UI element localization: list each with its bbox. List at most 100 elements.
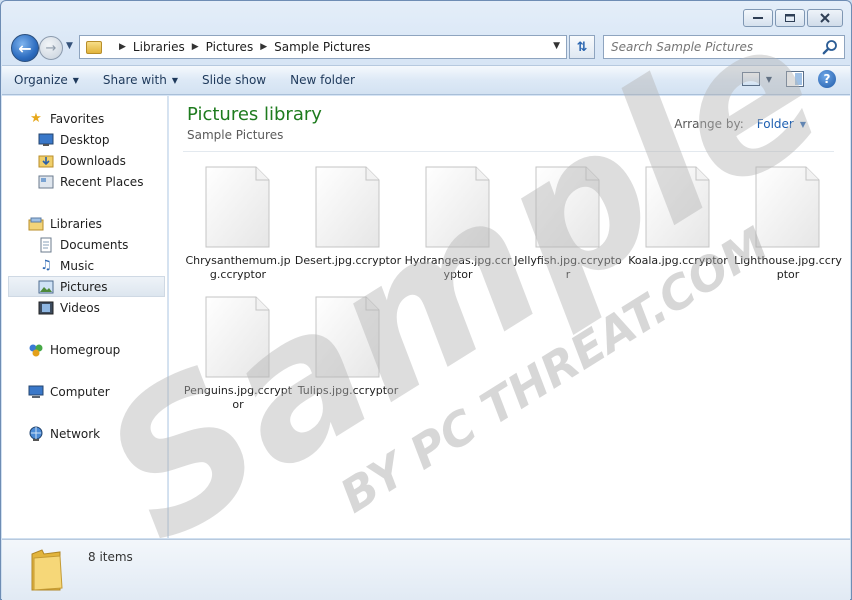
desktop-icon <box>38 132 54 148</box>
file-name: Tulips.jpg.ccryptor <box>297 384 399 397</box>
organize-label: Organize <box>14 73 68 87</box>
search-box[interactable] <box>603 35 845 59</box>
sidebar-item-videos[interactable]: Videos <box>2 297 167 318</box>
forward-button[interactable]: → <box>39 36 63 60</box>
sidebar-item-network[interactable]: Network <box>2 423 167 444</box>
file-icon <box>205 166 270 248</box>
file-icon <box>755 166 820 248</box>
file-name: Desert.jpg.ccryptor <box>294 254 402 267</box>
file-item[interactable]: Tulips.jpg.ccryptor <box>293 292 403 422</box>
sidebar-item-music[interactable]: ♫ Music <box>2 255 167 276</box>
command-bar: Organize ▼ Share with ▼ Slide show New f… <box>2 65 850 95</box>
videos-icon <box>38 300 54 316</box>
back-button[interactable]: ← <box>11 34 39 62</box>
header-divider <box>183 151 834 152</box>
arrange-by: Arrange by: Folder ▼ <box>674 117 806 131</box>
recent-places-icon <box>38 174 54 190</box>
toolbar-right-group: ▼ ? <box>741 70 836 88</box>
refresh-button[interactable]: ⇅ <box>569 35 595 59</box>
sidebar-item-label: Homegroup <box>50 342 121 357</box>
file-item[interactable]: Chrysanthemum.jpg.ccryptor <box>183 162 293 292</box>
downloads-icon <box>38 153 54 169</box>
refresh-icon: ⇅ <box>576 39 588 55</box>
help-icon[interactable]: ? <box>818 70 836 88</box>
slide-show-button[interactable]: Slide show <box>190 68 278 92</box>
arrange-by-dropdown[interactable]: Folder <box>757 117 794 131</box>
sidebar-item-label: Recent Places <box>60 174 144 189</box>
sidebar-item-pictures[interactable]: Pictures <box>8 276 165 297</box>
file-name: Penguins.jpg.ccryptor <box>183 384 293 411</box>
breadcrumb-libraries[interactable]: Libraries <box>133 40 185 54</box>
address-dropdown-icon[interactable]: ▼ <box>553 41 560 51</box>
navigation-pane: ★ Favorites Desktop Downloads Recent Pla… <box>2 96 168 538</box>
change-view-button[interactable]: ▼ <box>741 72 772 86</box>
file-icon <box>425 166 490 248</box>
sidebar-item-label: Downloads <box>60 153 126 168</box>
address-bar[interactable]: ▶ Libraries ▶ Pictures ▶ Sample Pictures… <box>79 35 567 59</box>
search-input[interactable] <box>611 40 821 54</box>
chevron-down-icon[interactable]: ▼ <box>800 120 806 129</box>
arrange-by-label: Arrange by: <box>674 117 744 131</box>
sidebar-item-documents[interactable]: Documents <box>2 234 167 255</box>
file-item[interactable]: Lighthouse.jpg.ccryptor <box>733 162 843 292</box>
chevron-down-icon[interactable]: ▼ <box>766 75 772 84</box>
sidebar-item-label: Libraries <box>50 216 102 231</box>
file-item[interactable]: Desert.jpg.ccryptor <box>293 162 403 292</box>
file-icon <box>315 296 380 378</box>
file-icon <box>205 296 270 378</box>
explorer-window: ← → ▼ ▶ Libraries ▶ Pictures ▶ Sample Pi… <box>0 0 852 600</box>
sidebar-item-label: Desktop <box>60 132 110 147</box>
file-item[interactable]: Penguins.jpg.ccryptor <box>183 292 293 422</box>
sidebar-item-recent-places[interactable]: Recent Places <box>2 171 167 192</box>
caption-buttons <box>743 9 843 27</box>
documents-icon <box>38 237 54 253</box>
breadcrumb-sample-pictures[interactable]: Sample Pictures <box>274 40 370 54</box>
maximize-button[interactable] <box>775 9 805 27</box>
share-with-button[interactable]: Share with ▼ <box>91 68 190 92</box>
star-icon: ★ <box>30 111 42 126</box>
search-icon[interactable] <box>822 39 838 55</box>
breadcrumb-separator-icon[interactable]: ▶ <box>260 42 267 52</box>
sidebar-item-libraries[interactable]: Libraries <box>2 213 167 234</box>
sidebar-item-label: Favorites <box>50 111 105 126</box>
chevron-down-icon: ▼ <box>66 41 73 51</box>
sidebar-item-desktop[interactable]: Desktop <box>2 129 167 150</box>
sidebar-item-downloads[interactable]: Downloads <box>2 150 167 171</box>
sidebar-item-computer[interactable]: Computer <box>2 381 167 402</box>
library-subtitle[interactable]: Sample Pictures <box>187 128 283 142</box>
file-item[interactable]: Jellyfish.jpg.ccryptor <box>513 162 623 292</box>
file-name: Jellyfish.jpg.ccryptor <box>514 254 622 281</box>
libraries-icon <box>28 216 44 232</box>
maximize-icon <box>785 14 795 22</box>
pictures-icon <box>38 279 54 295</box>
music-icon: ♫ <box>40 258 52 273</box>
breadcrumb-separator-icon[interactable]: ▶ <box>192 42 199 52</box>
sidebar-item-favorites[interactable]: ★ Favorites <box>2 108 167 129</box>
organize-button[interactable]: Organize ▼ <box>2 68 91 92</box>
file-item[interactable]: Koala.jpg.ccryptor <box>623 162 733 292</box>
preview-pane-icon[interactable] <box>786 71 804 87</box>
file-name: Lighthouse.jpg.ccryptor <box>734 254 842 281</box>
file-icon <box>315 166 380 248</box>
close-button[interactable] <box>807 9 843 27</box>
file-item[interactable]: Hydrangeas.jpg.ccryptor <box>403 162 513 292</box>
close-icon <box>820 13 830 23</box>
chevron-down-icon: ▼ <box>72 75 79 85</box>
file-icon <box>535 166 600 248</box>
network-icon <box>28 426 44 442</box>
library-title: Pictures library <box>187 104 322 125</box>
minimize-button[interactable] <box>743 9 773 27</box>
file-icon <box>645 166 710 248</box>
recent-pages-dropdown[interactable]: ▼ <box>66 41 73 51</box>
sidebar-item-homegroup[interactable]: Homegroup <box>2 339 167 360</box>
share-with-label: Share with <box>102 73 167 87</box>
item-count: 8 items <box>88 550 133 564</box>
views-icon <box>741 72 760 86</box>
navigation-row: ← → ▼ ▶ Libraries ▶ Pictures ▶ Sample Pi… <box>9 33 845 62</box>
back-arrow-icon: ← <box>18 38 32 58</box>
new-folder-button[interactable]: New folder <box>278 68 367 92</box>
breadcrumb-separator-icon[interactable]: ▶ <box>119 42 126 52</box>
folder-icon <box>31 549 63 591</box>
breadcrumb-pictures[interactable]: Pictures <box>206 40 254 54</box>
minimize-icon <box>753 17 763 19</box>
